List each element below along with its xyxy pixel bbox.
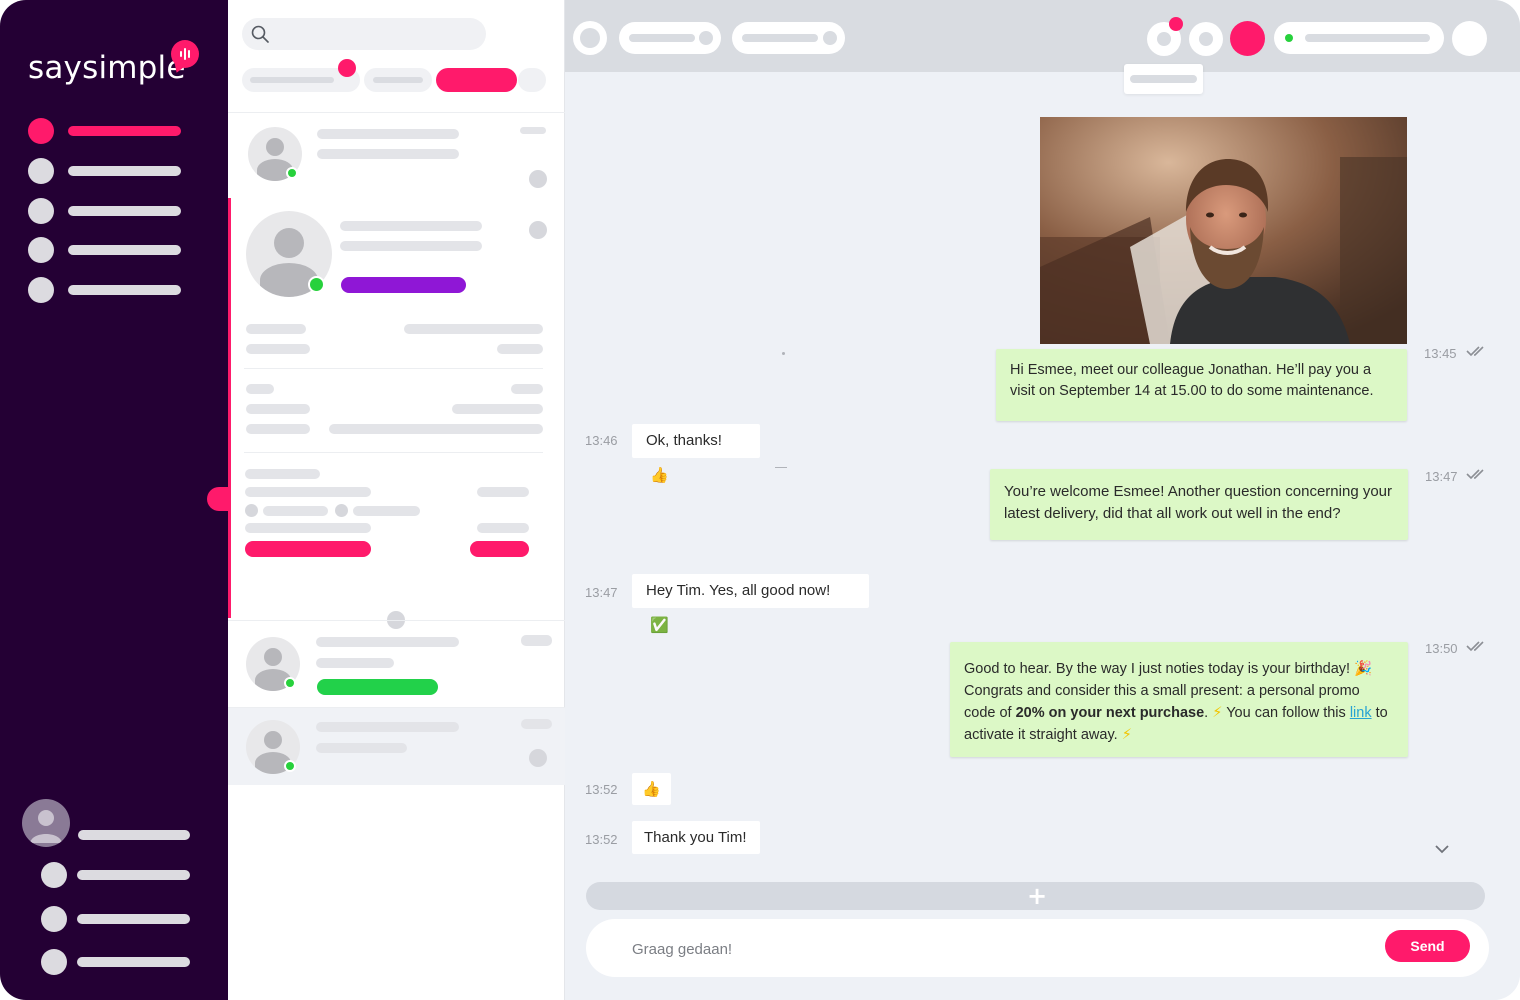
message-bubble-incoming: Ok, thanks! 👍 — [632, 424, 760, 484]
toolbar-button[interactable] — [573, 21, 607, 55]
toolbar-dropdown[interactable] — [619, 22, 721, 54]
nav-item[interactable] — [28, 237, 188, 263]
conversation-item[interactable] — [228, 707, 565, 785]
online-indicator — [1285, 34, 1293, 42]
notification-badge — [338, 59, 356, 77]
message-text: Hi Esmee, meet our colleague Jonathan. H… — [1010, 362, 1374, 399]
message-text: Hey Tim. Yes, all good now! — [646, 582, 831, 599]
message-bubble-outgoing: Good to hear. By the way I just noties t… — [950, 642, 1408, 757]
filter-tab[interactable] — [518, 68, 546, 92]
lightning-icon: ⚡ — [1212, 705, 1223, 721]
online-indicator — [284, 677, 296, 689]
user-name-placeholder — [78, 830, 190, 840]
label-tag — [317, 679, 438, 695]
artifact-dot — [782, 352, 785, 355]
conversation-item[interactable] — [228, 112, 565, 198]
toolbar-button[interactable] — [1189, 22, 1223, 56]
app-window: saysimple 13:45 Hi Esmee, meet our colle… — [0, 0, 1520, 1000]
shared-photo[interactable] — [1040, 117, 1407, 344]
read-receipt-icon — [1466, 346, 1484, 357]
read-receipt-icon — [1466, 469, 1484, 480]
status-button[interactable] — [1230, 21, 1265, 56]
user-avatar[interactable] — [22, 799, 70, 847]
label-tag — [341, 277, 466, 293]
message-text: You’re welcome Esmee! Another question c… — [1004, 483, 1393, 522]
message-time: 13:47 — [1425, 469, 1458, 484]
conversation-list — [207, 0, 565, 1000]
thumbs-up-icon: 👍 — [650, 466, 669, 484]
artifact-dash — [775, 467, 787, 468]
message-bubble-outgoing: Hi Esmee, meet our colleague Jonathan. H… — [996, 349, 1407, 421]
online-indicator — [308, 276, 325, 293]
nav-item[interactable] — [28, 158, 188, 184]
message-bubble-incoming: Hey Tim. Yes, all good now! ✅ — [632, 574, 869, 634]
chevron-down-icon[interactable] — [1434, 843, 1450, 855]
conversation-item-selected[interactable] — [228, 198, 565, 619]
online-indicator — [286, 167, 298, 179]
message-text: Ok, thanks! — [646, 432, 722, 449]
message-bubble-incoming: Thank you Tim! — [632, 821, 760, 854]
lightning-icon: ⚡ — [1121, 727, 1132, 743]
conversation-item[interactable] — [228, 620, 565, 708]
tooltip — [1124, 64, 1203, 94]
toolbar-button[interactable] — [1452, 21, 1487, 56]
toolbar-dropdown[interactable] — [732, 22, 845, 54]
message-time: 13:52 — [585, 782, 618, 797]
nav-item[interactable] — [28, 277, 188, 303]
promo-link[interactable]: link — [1350, 705, 1372, 721]
party-popper-icon: 🎉 — [1354, 661, 1373, 677]
nav-item[interactable] — [28, 198, 188, 224]
selected-indicator — [228, 198, 231, 618]
filter-tab-active[interactable] — [436, 68, 517, 92]
profile-menu-item[interactable] — [41, 949, 191, 975]
message-time: 13:52 — [585, 832, 618, 847]
message-composer: Send — [586, 919, 1489, 977]
attachment-bar[interactable]: + — [586, 882, 1485, 910]
message-text: Good to hear. By the way I just noties t… — [964, 661, 1351, 677]
plus-icon[interactable]: + — [1027, 884, 1047, 908]
main-sidebar: saysimple — [0, 0, 228, 1000]
action-tag[interactable] — [470, 541, 529, 557]
promo-text: 20% on your next purchase — [1015, 705, 1205, 721]
online-indicator — [284, 760, 296, 772]
search-field[interactable] — [242, 18, 486, 50]
message-bubble-incoming: 👍 — [632, 773, 671, 805]
thumbs-up-icon: 👍 — [642, 780, 661, 798]
check-mark-icon: ✅ — [650, 616, 669, 634]
message-input[interactable] — [632, 937, 1332, 961]
read-receipt-icon — [1466, 641, 1484, 652]
message-text: You can follow this — [1226, 705, 1346, 721]
message-text: . — [1204, 705, 1209, 721]
nav-item-active[interactable] — [28, 118, 188, 144]
profile-menu-item[interactable] — [41, 906, 191, 932]
message-text: Thank you Tim! — [644, 829, 747, 846]
send-button[interactable]: Send — [1385, 930, 1470, 962]
notification-badge — [1169, 17, 1183, 31]
chat-toolbar — [565, 0, 1520, 72]
message-time: 13:47 — [585, 585, 618, 600]
resize-handle[interactable] — [207, 487, 231, 511]
agent-status-selector[interactable] — [1274, 22, 1444, 54]
search-icon — [251, 25, 269, 43]
message-bubble-outgoing: You’re welcome Esmee! Another question c… — [990, 469, 1408, 540]
filter-tab[interactable] — [364, 68, 432, 92]
audio-bars-icon — [171, 40, 199, 68]
message-time: 13:45 — [1424, 346, 1457, 361]
profile-menu-item[interactable] — [41, 862, 191, 888]
action-tag[interactable] — [245, 541, 371, 557]
app-logo: saysimple — [28, 50, 186, 86]
message-time: 13:46 — [585, 433, 618, 448]
chat-panel: 13:45 Hi Esmee, meet our colleague Jonat… — [565, 0, 1520, 1000]
message-time: 13:50 — [1425, 641, 1458, 656]
